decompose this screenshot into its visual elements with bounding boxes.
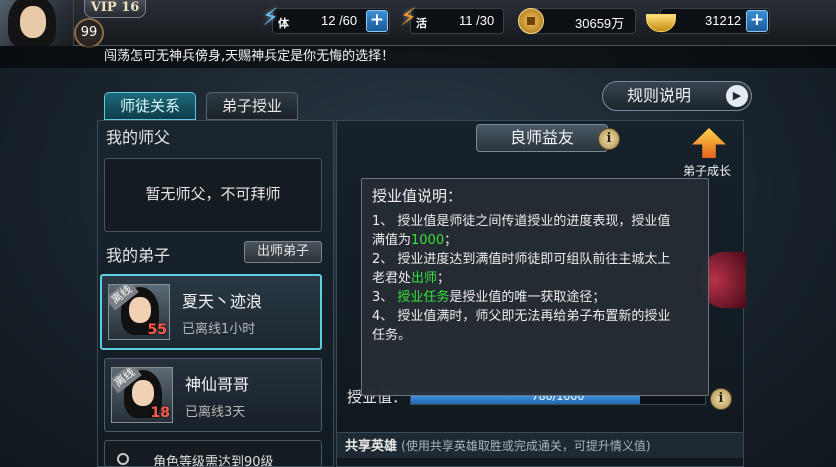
stamina-plus-button[interactable]: + (366, 10, 388, 32)
shared-heroes-bar: 共享英雄 (使用共享英雄取胜或完成通关，可提升情义值) (337, 432, 743, 458)
tooltip-line: 满值为1000； (372, 231, 698, 250)
gold-value: 31212 (705, 13, 742, 28)
vip-badge[interactable]: VIP 16 (84, 0, 146, 18)
info-icon[interactable]: i (598, 128, 620, 150)
disciple-card[interactable]: 离线 18 神仙哥哥 已离线3天 (104, 358, 322, 432)
my-master-title: 我的师父 (106, 128, 171, 147)
tooltip-line: 1、 授业值是师徒之间传道授业的进度表现，授业值 (372, 214, 671, 229)
mentor-header: 良师益友 (476, 124, 608, 152)
disciple-status: 已离线3天 (185, 405, 246, 420)
tooltip-highlight: 授业任务 (397, 290, 450, 305)
tooltip-line: 老君处出师； (372, 269, 698, 288)
tooltip-highlight: 1000 (411, 233, 445, 248)
player-avatar[interactable] (0, 0, 74, 46)
rules-button-label: 规则说明 (627, 86, 692, 105)
disciple-status: 已离线1小时 (182, 322, 256, 337)
disciple-name: 夏天丶迹浪 (182, 292, 263, 311)
stamina-value: 12 /60 (321, 13, 358, 28)
tooltip-text: 3、 (372, 290, 398, 305)
vigor-value: 11 /30 (459, 13, 495, 28)
level-requirement-box: 角色等级需达到90级 (104, 440, 322, 467)
disciple-portrait: 离线 18 (111, 367, 173, 423)
fire-bolt-icon: ⚡ (400, 3, 417, 31)
tooltip-text: ； (437, 271, 451, 286)
shared-heroes-title: 共享英雄 (345, 439, 398, 454)
tooltip-title: 授业值说明： (372, 187, 463, 205)
no-master-text: 暂无师父，不可拜师 (145, 185, 281, 203)
disciple-name: 神仙哥哥 (185, 375, 250, 394)
tooltip-text: 老君处 (372, 271, 412, 286)
announcement-ticker: 闯荡怎可无神兵傍身,天赐神兵定是你无悔的选择！ (0, 46, 836, 68)
level-requirement-text: 角色等级需达到90级 (153, 455, 274, 467)
tab-disciple-teaching[interactable]: 弟子授业 (206, 92, 298, 120)
lightning-bolt-icon: ⚡ (262, 3, 279, 31)
disciple-level: 55 (147, 322, 167, 338)
tooltip-text: 是授业值的唯一获取途径； (449, 290, 606, 305)
tooltip-line: 4、 授业值满时，师父即无法再给弟子布置新的授业 (372, 309, 671, 324)
disciple-card[interactable]: 离线 55 夏天丶迹浪 已离线1小时 (100, 274, 322, 350)
disciple-portrait: 离线 55 (108, 284, 170, 340)
graduate-disciple-button[interactable]: 出师弟子 (244, 241, 322, 263)
disciple-growth-label[interactable]: 弟子成长 (683, 162, 731, 179)
coins-display: 30659万 (532, 8, 636, 34)
tooltip-highlight: 出师 (411, 271, 438, 286)
disciple-level: 18 (150, 405, 170, 421)
teaching-value-tooltip: 授业值说明： 1、 授业值是师徒之间传道授业的进度表现，授业值 满值为1000；… (361, 178, 709, 396)
shared-heroes-note: (使用共享英雄取胜或完成通关，可提升情义值) (401, 439, 651, 453)
player-level: 99 (74, 18, 104, 48)
tooltip-text: ； (444, 233, 458, 248)
coins-value: 30659万 (575, 16, 625, 31)
gold-plus-button[interactable]: + (746, 10, 768, 32)
my-disciples-title: 我的弟子 (106, 246, 171, 265)
portrait-face (129, 297, 151, 323)
vigor-label: 活 (416, 17, 427, 30)
stamina-label: 体 (278, 17, 289, 30)
copper-coin-icon (518, 8, 544, 34)
tooltip-line: 2、 授业进度达到满值时师徒即可组队前往主城太上 (372, 252, 671, 267)
play-arrow-icon: ▶ (726, 85, 748, 107)
tooltip-text: 满值为 (372, 233, 412, 248)
tooltip-line: 任务。 (372, 328, 412, 343)
avatar-face (20, 6, 46, 38)
portrait-face (132, 380, 154, 406)
tab-mentorship[interactable]: 师徒关系 (104, 92, 196, 120)
rules-button[interactable]: 规则说明 ▶ (602, 81, 752, 111)
master-box: 暂无师父，不可拜师 (104, 158, 322, 232)
lock-icon (117, 453, 129, 465)
tooltip-line: 3、 授业任务是授业值的唯一获取途径； (372, 288, 698, 307)
info-icon[interactable]: i (710, 388, 732, 410)
